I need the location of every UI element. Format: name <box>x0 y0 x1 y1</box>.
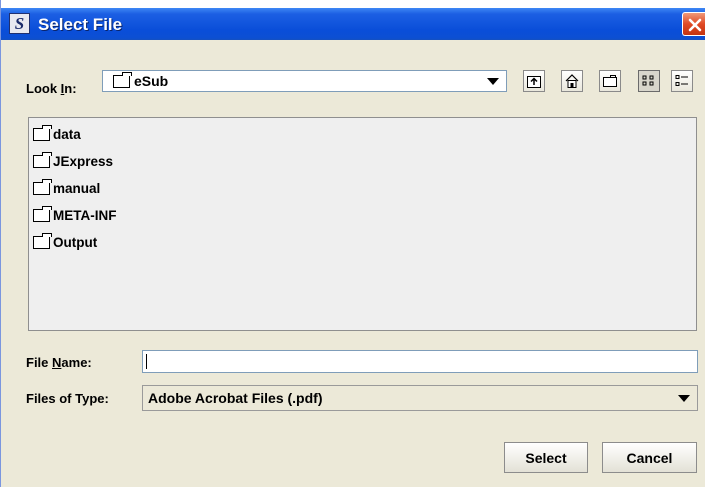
details-view-button[interactable] <box>671 70 693 92</box>
details-view-icon <box>675 75 688 86</box>
close-icon <box>688 18 702 32</box>
folder-icon <box>33 232 52 249</box>
close-button[interactable] <box>682 12 705 36</box>
folder-icon <box>33 178 52 195</box>
file-type-value: Adobe Acrobat Files (.pdf) <box>148 390 323 406</box>
file-name: Output <box>53 234 98 250</box>
list-item[interactable]: META-INF <box>33 204 117 226</box>
title-bar[interactable]: S Select File <box>1 0 705 40</box>
file-type-dropdown[interactable]: Adobe Acrobat Files (.pdf) <box>142 385 698 411</box>
cancel-button[interactable]: Cancel <box>602 442 697 473</box>
home-button[interactable] <box>561 70 583 92</box>
file-name-input[interactable] <box>142 350 698 373</box>
look-in-value: eSub <box>134 73 169 89</box>
chevron-down-icon <box>487 78 499 85</box>
select-button[interactable]: Select <box>504 442 588 473</box>
file-type-label: Files of Type: <box>26 391 109 406</box>
folder-icon <box>33 151 52 168</box>
file-name: data <box>53 126 81 142</box>
list-item[interactable]: manual <box>33 177 100 199</box>
look-in-label: Look In: <box>26 81 77 96</box>
look-in-dropdown[interactable]: eSub <box>102 70 507 92</box>
create-new-folder-button[interactable] <box>599 70 621 92</box>
select-file-dialog: S Select File Look In: eSub data JExpres… <box>0 0 705 487</box>
up-one-level-button[interactable] <box>523 70 545 92</box>
up-folder-icon <box>527 76 541 88</box>
list-item[interactable]: data <box>33 123 81 145</box>
chevron-down-icon <box>678 395 690 402</box>
list-item[interactable]: Output <box>33 231 97 253</box>
file-name: manual <box>53 180 101 196</box>
list-item[interactable]: JExpress <box>33 150 113 172</box>
file-name: JExpress <box>53 153 114 169</box>
file-list[interactable]: data JExpress manual META-INF Output <box>28 117 697 331</box>
home-icon <box>565 74 579 88</box>
folder-icon <box>33 205 52 222</box>
file-name: META-INF <box>53 207 117 223</box>
folder-icon <box>33 124 52 141</box>
text-caret <box>146 354 147 369</box>
list-view-button[interactable] <box>638 70 660 92</box>
list-view-icon <box>642 75 654 86</box>
new-folder-icon <box>603 75 617 87</box>
folder-icon <box>113 72 132 88</box>
file-name-label: File Name: <box>26 355 92 370</box>
app-icon: S <box>9 13 30 34</box>
window-title: Select File <box>38 15 123 34</box>
